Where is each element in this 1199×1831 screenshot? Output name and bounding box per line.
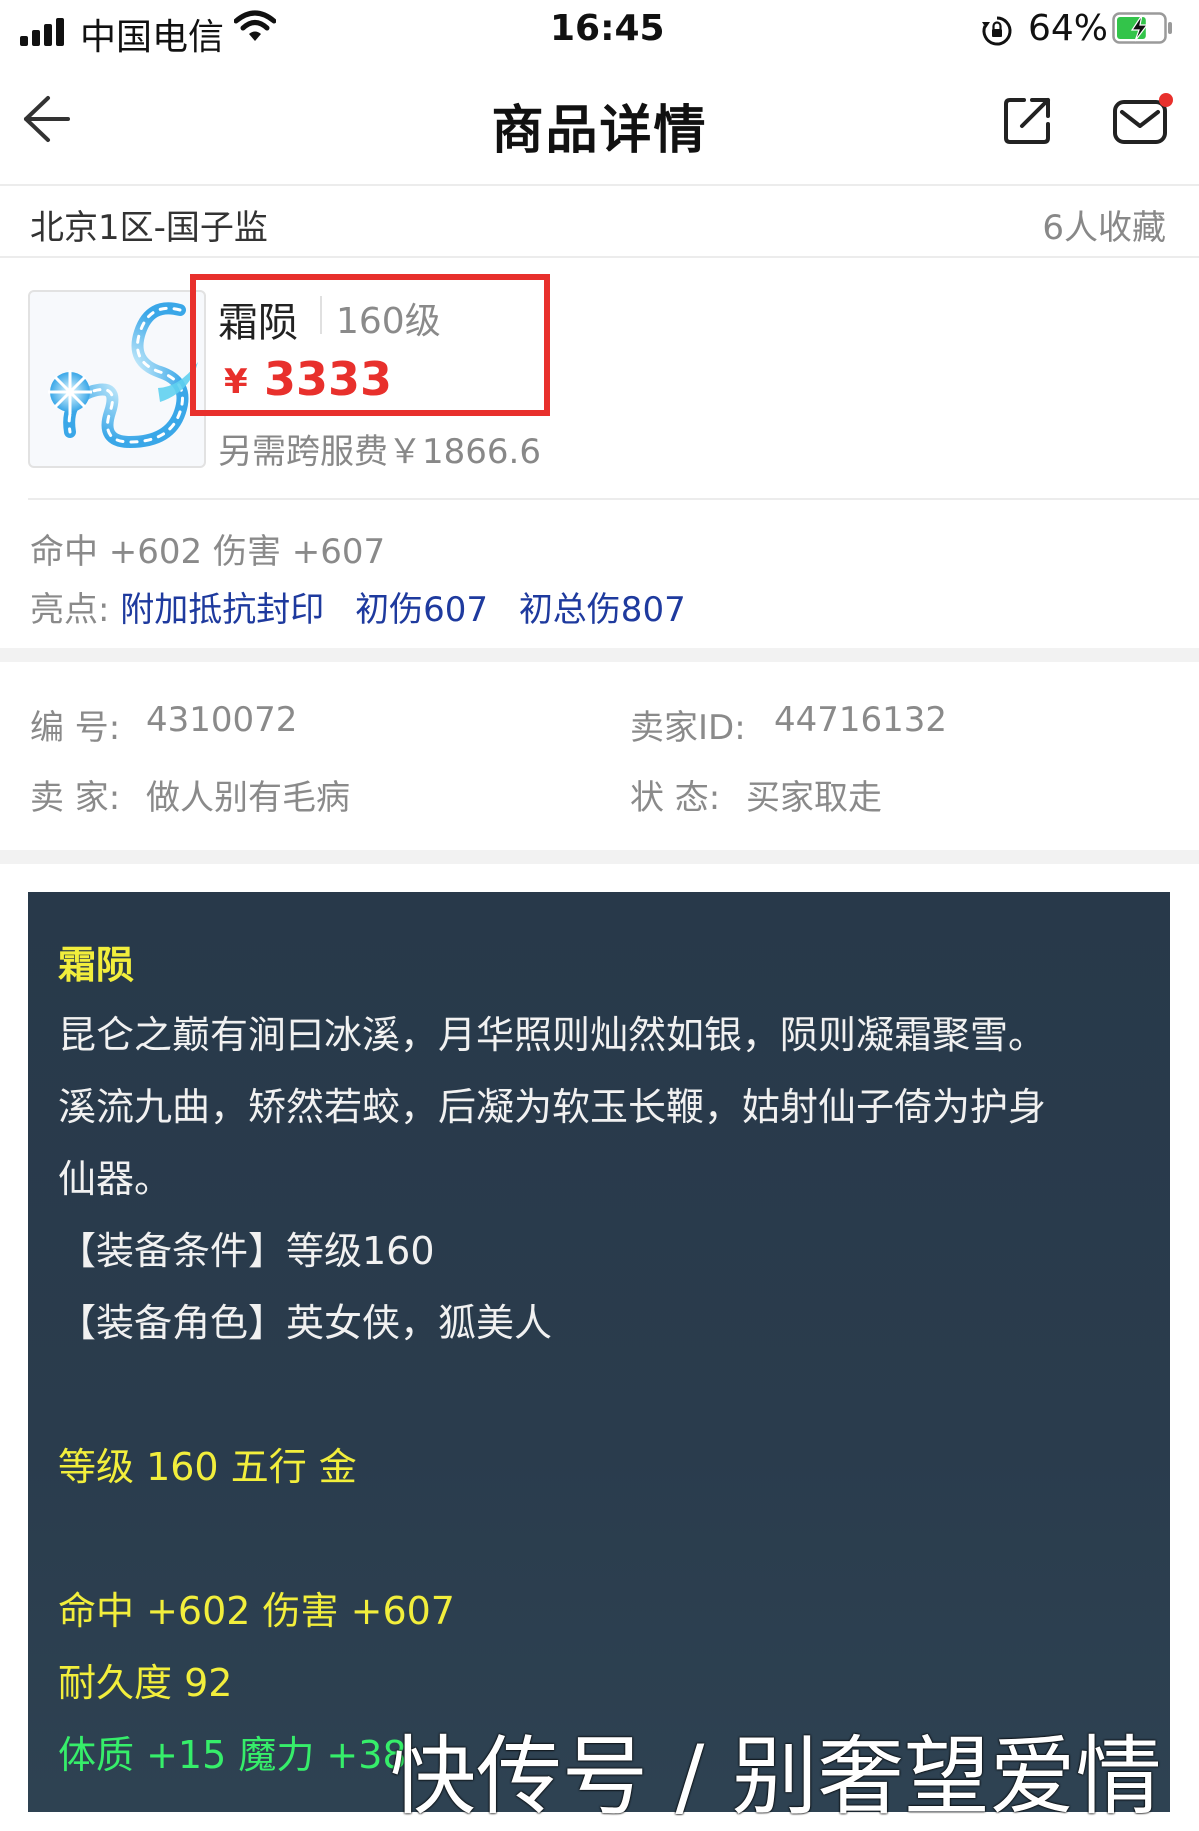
level-element: 等级 160 五行 金 [58, 1445, 357, 1489]
description-title: 霜陨 [58, 943, 135, 987]
highlights-row: 亮点: 附加抵抗封印 初伤607 初总伤807 [30, 582, 706, 631]
item-whip-icon [28, 290, 206, 468]
clock-time: 16:45 [550, 8, 665, 49]
name-level-separator [320, 296, 322, 334]
highlight-tag: 初总伤807 [518, 590, 686, 630]
signal-icon [20, 16, 66, 46]
description-lore-line: 仙器。 [58, 1157, 173, 1201]
attack-stats: 命中 +602 伤害 +607 [58, 1589, 455, 1633]
price-currency: ¥ [224, 362, 248, 402]
item-divider [28, 498, 1199, 500]
highlight-tag: 初伤607 [355, 590, 488, 630]
rotation-lock-icon [980, 14, 1014, 52]
server-name: 北京1区-国子监 [30, 208, 268, 248]
battery-icon [1112, 12, 1174, 44]
status-bar: 中国电信 16:45 64% [0, 0, 1199, 62]
mail-icon[interactable] [1112, 92, 1174, 152]
seller-id-label: 卖家ID: [630, 708, 746, 748]
status-value: 买家取走 [746, 778, 882, 818]
item-stats: 命中 +602 伤害 +607 [30, 532, 386, 572]
highlights-label: 亮点: [30, 590, 110, 630]
share-icon[interactable] [1002, 94, 1054, 150]
cross-server-fee: 另需跨服费￥1866.6 [218, 432, 541, 472]
highlight-tag: 附加抵抗封印 [120, 590, 325, 630]
item-name: 霜陨 [218, 300, 298, 346]
status-label: 状 态: [630, 778, 721, 818]
listing-id-value: 4310072 [146, 700, 298, 740]
item-description-panel: 霜陨 昆仑之巅有涧曰冰溪，月华照则灿然如银，陨则凝霜聚雪。 溪流九曲，矫然若蛟，… [28, 892, 1170, 1812]
row-divider [0, 256, 1199, 258]
item-level: 160级 [336, 301, 441, 342]
watermark-text: 快传号 / 别奢望爱情 [390, 1727, 1162, 1827]
description-lore-line: 昆仑之巅有涧曰冰溪，月华照则灿然如银，陨则凝霜聚雪。 [58, 1013, 1047, 1057]
section-separator [0, 850, 1199, 864]
nav-divider [0, 184, 1199, 186]
wifi-icon [233, 10, 277, 46]
carrier-name: 中国电信 [80, 17, 225, 58]
equip-requirement: 【装备条件】等级160 [58, 1229, 435, 1273]
durability: 耐久度 92 [58, 1661, 233, 1705]
listing-id-label: 编 号: [30, 708, 121, 748]
seller-label: 卖 家: [30, 778, 121, 818]
unread-dot-icon [1159, 93, 1173, 107]
battery-percent: 64% [1028, 8, 1109, 49]
seller-id-value: 44716132 [774, 700, 948, 740]
section-separator [0, 648, 1199, 662]
seller-name: 做人别有毛病 [146, 778, 350, 818]
item-price: 3333 [264, 352, 393, 406]
favorites-count[interactable]: 6人收藏 [1042, 200, 1166, 249]
equip-roles: 【装备角色】英女侠，狐美人 [58, 1301, 553, 1345]
description-lore-line: 溪流九曲，矫然若蛟，后凝为软玉长鞭，姑射仙子倚为护身 [58, 1085, 1047, 1129]
bonus-stats: 体质 +15 魔力 +38 [58, 1733, 407, 1777]
